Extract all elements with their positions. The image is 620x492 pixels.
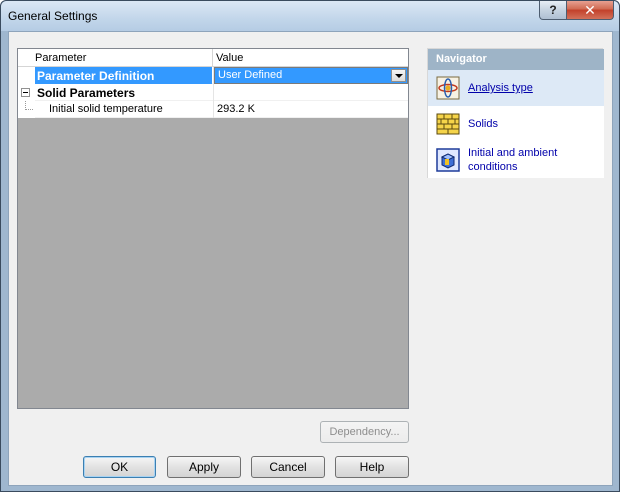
- help-icon: ?: [549, 3, 557, 17]
- title-help-button[interactable]: ?: [539, 1, 567, 20]
- nav-item-analysis-type[interactable]: Analysis type: [428, 70, 604, 106]
- help-button[interactable]: Help: [335, 456, 409, 478]
- grid-header: Parameter Value: [18, 49, 408, 67]
- nav-item-initial-conditions[interactable]: Initial and ambient conditions: [428, 142, 604, 178]
- title-close-button[interactable]: ✕: [566, 1, 614, 20]
- grid-row-initial-solid-temperature[interactable]: Initial solid temperature 293.2 K: [18, 101, 408, 118]
- analysis-type-icon: [436, 76, 460, 100]
- window-title: General Settings: [8, 9, 98, 23]
- parameter-definition-value: User Defined: [218, 69, 283, 81]
- dropdown-arrow-icon[interactable]: [391, 69, 406, 82]
- close-icon: ✕: [584, 1, 596, 18]
- ok-button[interactable]: OK: [83, 456, 156, 478]
- column-header-value[interactable]: Value: [216, 52, 243, 64]
- parameter-definition-label: Parameter Definition: [37, 69, 155, 83]
- initial-solid-temperature-label: Initial solid temperature: [49, 103, 163, 115]
- nav-label-analysis-type[interactable]: Analysis type: [468, 81, 533, 95]
- dialog-client-area: Parameter Value Parameter Definition Use…: [8, 31, 613, 486]
- parameter-grid: Parameter Value Parameter Definition Use…: [17, 48, 409, 409]
- grid-row-parameter-definition[interactable]: Parameter Definition User Defined: [18, 67, 408, 84]
- grid-row-solid-parameters[interactable]: Solid Parameters: [18, 84, 408, 101]
- solids-icon: [436, 113, 460, 135]
- nav-item-solids[interactable]: Solids: [428, 106, 604, 142]
- nav-label-solids[interactable]: Solids: [468, 117, 498, 131]
- navigator-panel: Navigator Analysis type Solids Initial a…: [427, 48, 604, 178]
- title-bar[interactable]: General Settings ? ✕: [1, 1, 619, 31]
- solid-parameters-label: Solid Parameters: [37, 86, 136, 100]
- tree-line: [25, 109, 33, 110]
- initial-conditions-icon: [436, 148, 460, 172]
- column-separator[interactable]: [212, 49, 213, 67]
- parameter-definition-dropdown[interactable]: User Defined: [214, 67, 408, 84]
- dependency-button[interactable]: Dependency...: [320, 421, 409, 443]
- column-header-parameter[interactable]: Parameter: [35, 52, 86, 64]
- initial-solid-temperature-value[interactable]: 293.2 K: [217, 103, 255, 115]
- nav-label-initial-conditions[interactable]: Initial and ambient conditions: [468, 146, 557, 174]
- general-settings-window: General Settings ? ✕ Parameter Value Par…: [0, 0, 620, 492]
- cancel-button[interactable]: Cancel: [251, 456, 325, 478]
- navigator-title: Navigator: [428, 49, 604, 70]
- apply-button[interactable]: Apply: [167, 456, 241, 478]
- collapse-icon[interactable]: [21, 88, 30, 97]
